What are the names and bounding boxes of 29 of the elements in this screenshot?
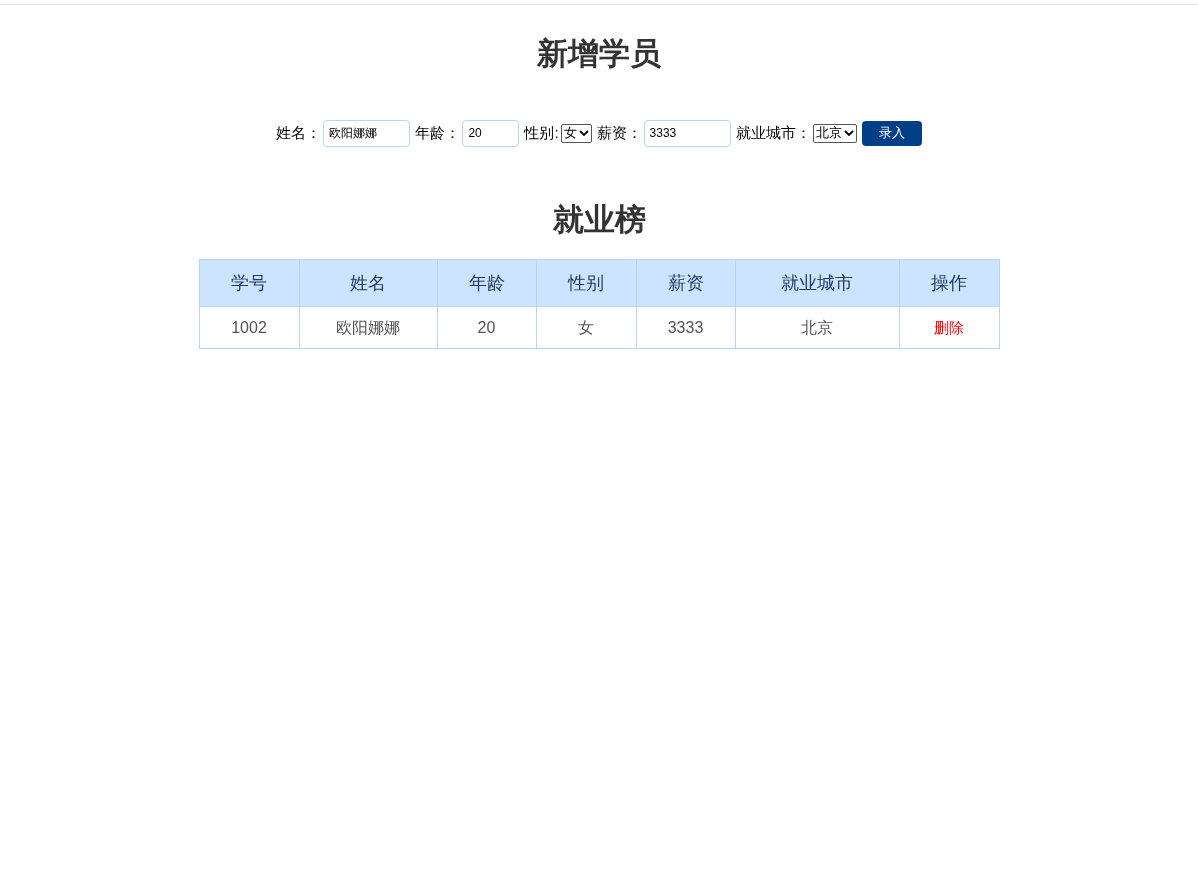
input-field[interactable]: 3333 (643, 119, 731, 147)
table-cell: 北京 (735, 306, 899, 349)
select-dropdown[interactable]: 女 (560, 123, 592, 143)
column-header: 就业城市 (735, 259, 899, 307)
table-cell: 20 (437, 306, 536, 349)
field-label: 性别: (524, 122, 559, 143)
field-label: 薪资： (596, 122, 642, 143)
column-header: 姓名 (299, 259, 437, 307)
field-label: 年龄： (415, 122, 461, 143)
submit-button[interactable]: 录入 (861, 120, 922, 146)
table-cell: 1002 (199, 306, 299, 349)
table-cell: 3333 (636, 306, 735, 349)
caret-icon (843, 130, 854, 136)
table-cell: 欧阳娜娜 (299, 306, 437, 349)
column-header: 操作 (899, 259, 999, 307)
delete-link[interactable]: 删除 (934, 319, 964, 336)
input-field[interactable]: 欧阳娜娜 (323, 119, 411, 147)
column-header: 年龄 (437, 259, 536, 307)
form-title: 新增学员 (537, 35, 661, 73)
caret-icon (578, 130, 589, 136)
column-header: 薪资 (636, 259, 735, 307)
column-header: 性别 (536, 259, 636, 307)
table-cell: 女 (536, 306, 636, 349)
input-field[interactable]: 20 (462, 119, 520, 147)
table-title: 就业榜 (552, 200, 646, 239)
field-label: 就业城市： (735, 122, 811, 143)
select-dropdown[interactable]: 北京 (812, 123, 857, 143)
field-label: 姓名： (276, 122, 322, 143)
column-header: 学号 (199, 259, 299, 307)
